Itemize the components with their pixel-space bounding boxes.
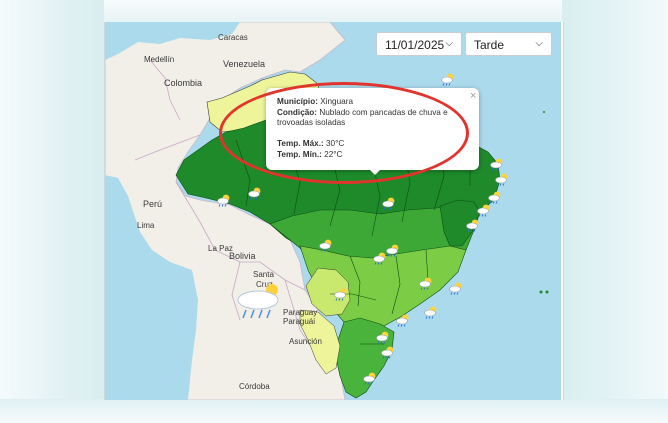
chevron-down-icon: ⌵ — [445, 38, 453, 49]
date-select[interactable]: 11/01/2025 ⌵ — [376, 32, 462, 56]
sun-cloud-rain-icon[interactable] — [489, 157, 505, 171]
sun-cloud-rain-icon[interactable] — [375, 330, 391, 344]
sun-cloud-rain-icon[interactable] — [362, 371, 378, 385]
sun-cloud-rain-icon[interactable] — [465, 218, 481, 232]
sun-cloud-rain-icon[interactable] — [216, 193, 232, 207]
sun-cloud-rain-icon[interactable] — [494, 172, 510, 186]
chevron-down-icon: ⌵ — [535, 38, 543, 49]
sun-cloud-rain-icon[interactable] — [476, 203, 492, 217]
label-colombia: Colombia — [164, 78, 203, 88]
sun-cloud-rain-icon[interactable] — [381, 196, 397, 210]
label-paraguay-1: Paraguay — [283, 308, 318, 317]
label-asuncion: Asunción — [289, 337, 322, 346]
weather-map[interactable] — [0, 0, 668, 423]
date-value: 11/01/2025 — [385, 38, 445, 52]
sun-cloud-rain-icon[interactable] — [380, 345, 396, 359]
label-venezuela: Venezuela — [223, 59, 266, 69]
label-cordoba: Córdoba — [239, 382, 270, 391]
close-icon[interactable]: × — [470, 90, 476, 102]
label-lima: Lima — [137, 221, 155, 230]
sun-cloud-rain-icon[interactable] — [448, 281, 464, 295]
label-medellin: Medellín — [144, 55, 175, 64]
label-peru: Perú — [143, 199, 163, 209]
label-caracas: Caracas — [218, 33, 248, 42]
sun-cloud-rain-icon[interactable] — [423, 305, 439, 319]
sun-cloud-rain-icon[interactable] — [487, 190, 503, 204]
cloud-rain-icon[interactable] — [232, 280, 288, 326]
sun-cloud-rain-icon[interactable] — [318, 238, 334, 252]
sun-cloud-rain-icon[interactable] — [395, 313, 411, 327]
highlight-ellipse — [219, 82, 469, 184]
sun-cloud-rain-icon[interactable] — [418, 276, 434, 290]
period-value: Tarde — [474, 38, 505, 52]
sun-cloud-rain-icon[interactable] — [372, 251, 388, 265]
label-bolivia: Bolivia — [229, 251, 256, 261]
period-select[interactable]: Tarde ⌵ — [465, 32, 552, 56]
sun-cloud-rain-icon[interactable] — [333, 287, 349, 301]
label-santa-cruz-1: Santa — [253, 270, 274, 279]
sun-cloud-rain-icon[interactable] — [247, 186, 263, 200]
sun-cloud-rain-icon[interactable] — [440, 72, 456, 86]
